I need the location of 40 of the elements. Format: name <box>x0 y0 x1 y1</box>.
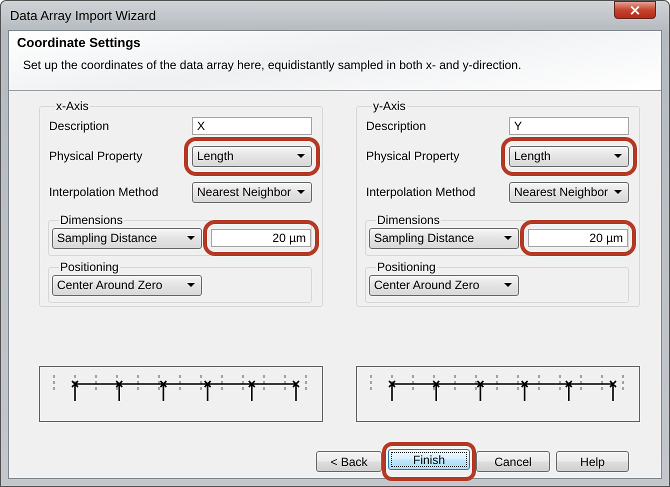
field-label: Physical Property <box>365 149 460 163</box>
close-button[interactable]: × <box>614 1 656 19</box>
caret-icon <box>297 154 305 158</box>
number-field[interactable]: 20 µm <box>211 229 311 247</box>
group-label: Positioning <box>59 260 120 274</box>
caret-icon <box>187 283 195 287</box>
dropdown[interactable]: Sampling Distance <box>52 228 202 248</box>
field-label: Interpolation Method <box>365 185 476 199</box>
text-field[interactable]: Y <box>509 117 629 135</box>
caret-icon <box>297 190 305 194</box>
dialog-button[interactable]: Finish <box>388 449 470 470</box>
dropdown[interactable]: Center Around Zero <box>52 274 202 296</box>
dropdown[interactable]: Length <box>509 146 629 166</box>
group-label: x-Axis <box>55 99 90 113</box>
field-label: Interpolation Method <box>48 185 158 199</box>
caret-icon <box>504 283 512 287</box>
window-title: Data Array Import Wizard <box>9 8 156 23</box>
caret-icon <box>614 154 622 158</box>
page-description: Set up the coordinates of the data array here, equidistantly sampled in both x- and y-direction. <box>23 58 522 72</box>
text-field[interactable]: X <box>192 117 312 135</box>
group-label: Dimensions <box>59 213 124 227</box>
caret-icon <box>187 236 195 240</box>
number-field[interactable]: 20 µm <box>528 229 628 247</box>
caret-icon <box>614 190 622 194</box>
group-label: Positioning <box>376 260 437 274</box>
caret-icon <box>504 236 512 240</box>
dialog-button[interactable]: Cancel <box>476 451 550 472</box>
field-label: Physical Property <box>48 149 142 163</box>
dropdown[interactable]: Nearest Neighbor <box>192 182 312 202</box>
field-label: Description <box>365 119 426 133</box>
dialog-button[interactable]: Help <box>556 451 629 472</box>
dropdown[interactable]: Nearest Neighbor <box>509 182 629 202</box>
dropdown[interactable]: Sampling Distance <box>369 228 519 248</box>
dropdown[interactable]: Length <box>192 146 312 166</box>
group-label: y-Axis <box>372 99 407 113</box>
dialog-button[interactable]: < Back <box>316 451 382 472</box>
page-title: Coordinate Settings <box>17 35 142 50</box>
group-label: Dimensions <box>376 213 441 227</box>
dropdown[interactable]: Center Around Zero <box>369 274 519 296</box>
field-label: Description <box>48 119 110 133</box>
